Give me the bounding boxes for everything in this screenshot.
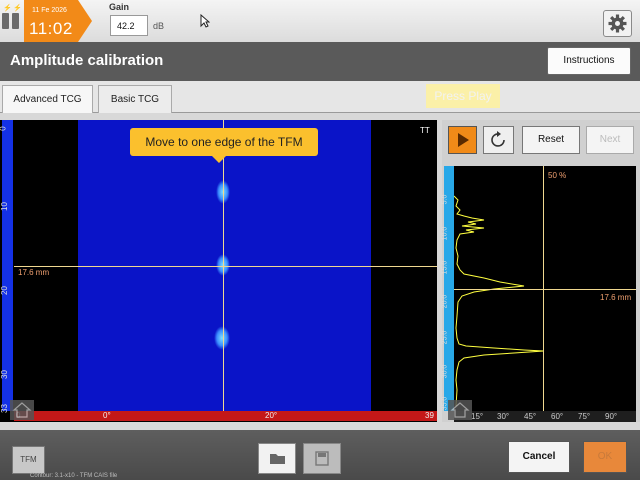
clock-date: 11 Fe 2026	[32, 7, 67, 14]
ascan-horizontal-cursor[interactable]	[454, 289, 636, 290]
reset-button[interactable]: Reset	[522, 126, 580, 154]
ok-button[interactable]: OK	[583, 441, 627, 473]
save-button[interactable]	[303, 443, 341, 474]
gain-input[interactable]	[110, 15, 148, 36]
tfm-angle-ruler	[14, 411, 437, 421]
ascan-x-tick: 75°	[578, 412, 591, 421]
play-button[interactable]	[448, 126, 477, 154]
tfm-x-tick: 0°	[103, 411, 111, 420]
tfm-button[interactable]: TFM	[12, 446, 45, 474]
save-icon	[315, 451, 329, 466]
open-folder-button[interactable]	[258, 443, 296, 474]
mouse-pointer-icon	[200, 14, 210, 28]
ascan-y-tick: 20.0	[441, 294, 449, 309]
home-icon[interactable]	[10, 400, 34, 420]
refresh-icon	[491, 131, 505, 147]
home-icon[interactable]	[448, 400, 472, 420]
instructions-button[interactable]: Instructions	[547, 47, 631, 75]
status-text: Contour: 3.1-x10 - TFM CAIS file	[30, 473, 118, 479]
ascan-y-tick: 30.0	[441, 364, 449, 379]
ascan-x-tick: 30°	[497, 412, 510, 421]
play-icon	[458, 133, 469, 147]
tfm-y-tick: 10	[0, 202, 9, 211]
battery-icon: ⚡ ⚡	[2, 3, 22, 39]
page-title: Amplitude calibration	[10, 52, 164, 69]
gear-icon	[608, 14, 627, 33]
reflector-blob	[214, 326, 230, 350]
tab-advanced-tcg[interactable]: Advanced TCG	[2, 85, 93, 113]
tfm-x-tick: 39	[425, 411, 434, 420]
restart-button[interactable]	[483, 126, 514, 154]
gain-label: Gain	[109, 2, 130, 12]
instruction-callout: Move to one edge of the TFM	[130, 128, 318, 156]
cancel-button[interactable]: Cancel	[508, 441, 570, 473]
ascan-y-tick: 25.0	[441, 330, 449, 345]
clock: 11 Fe 2026 11:02	[24, 0, 92, 42]
ascan-percent-label: 50 %	[548, 171, 567, 180]
ascan-y-tick: 10.0	[441, 226, 449, 241]
tfm-y-tick: 20	[0, 286, 9, 295]
ascan-x-tick: 90°	[605, 412, 618, 421]
folder-icon	[270, 454, 285, 464]
tfm-mode-label: TT	[420, 126, 430, 135]
gain-unit: dB	[153, 21, 165, 31]
tfm-horizontal-cursor[interactable]	[14, 266, 437, 267]
ascan-x-tick: 45°	[524, 412, 537, 421]
ascan-y-tick: 15.0	[441, 260, 449, 275]
press-play-hint: Press Play	[426, 84, 500, 108]
ascan-x-tick: 60°	[551, 412, 564, 421]
tfm-y-tick: 33	[0, 404, 9, 413]
tab-strip	[0, 81, 640, 113]
tfm-x-tick: 20°	[265, 411, 278, 420]
clock-time: 11:02	[29, 19, 73, 38]
callout-arrow	[212, 156, 226, 163]
tfm-depth-ruler	[2, 120, 13, 411]
next-button[interactable]: Next	[586, 126, 634, 154]
ascan-y-tick: 5.0	[441, 194, 449, 205]
ascan-x-tick: 15°	[471, 412, 484, 421]
ascan-cursor-depth: 17.6 mm	[600, 293, 632, 302]
tab-basic-tcg[interactable]: Basic TCG	[98, 85, 172, 113]
tfm-y-tick: 30	[0, 370, 9, 379]
top-bar	[0, 0, 640, 43]
tfm-cursor-depth: 17.6 mm	[18, 268, 50, 277]
tfm-y-tick: 0	[0, 126, 8, 130]
settings-button[interactable]	[603, 10, 632, 37]
